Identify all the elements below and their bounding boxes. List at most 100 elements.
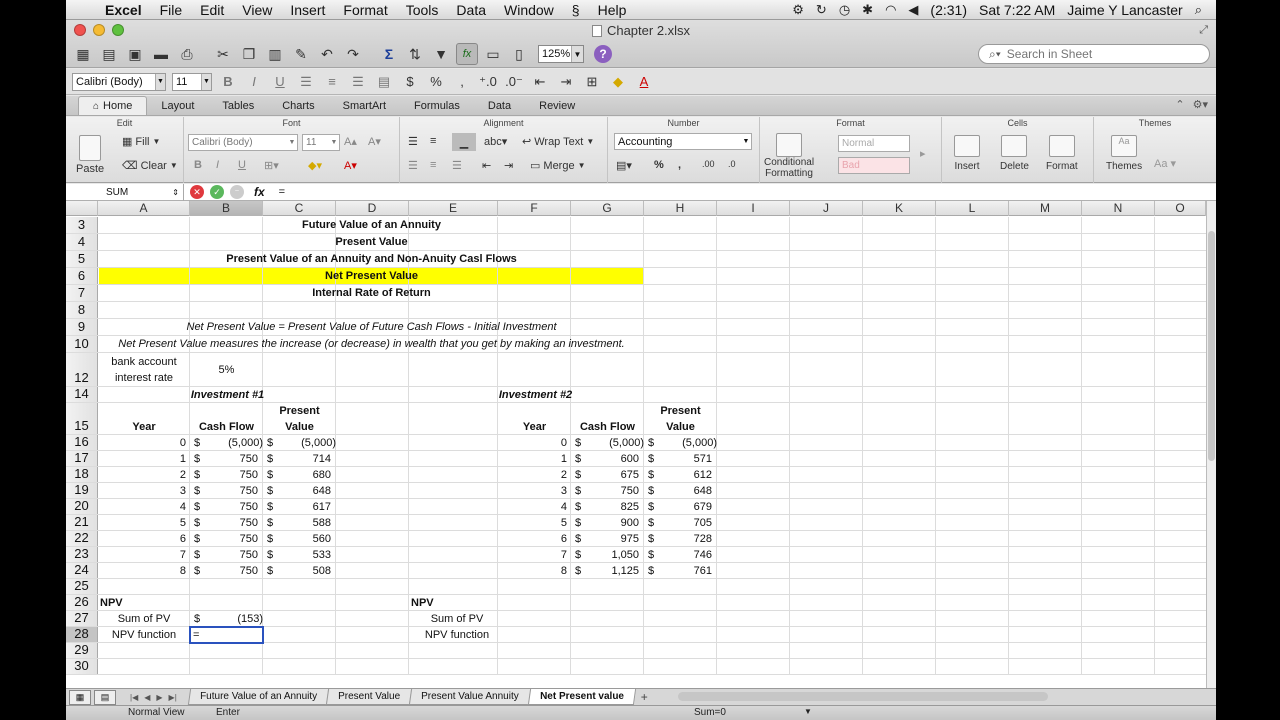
inv2-year[interactable]: 2 [498, 467, 567, 483]
underline-icon[interactable]: U [270, 72, 290, 92]
ribbon-underline-icon[interactable]: U [238, 159, 246, 171]
inv2-year[interactable]: 3 [498, 483, 567, 499]
inv1-cash-flow[interactable]: 750 [190, 483, 258, 499]
italic-icon[interactable]: I [244, 72, 264, 92]
borders-icon[interactable]: ⊞ [582, 72, 602, 92]
header-year[interactable]: Year [498, 419, 571, 435]
themes-button[interactable]: Aa Themes [1106, 135, 1142, 172]
inv1-cash-flow[interactable]: (5,000) [190, 435, 263, 451]
column-header-k[interactable]: K [863, 201, 936, 216]
vertical-scrollbar[interactable] [1206, 201, 1216, 688]
npv-function-label-1[interactable]: NPV function [98, 627, 190, 643]
npv-function-label-2[interactable]: NPV function [411, 627, 503, 643]
column-header-g[interactable]: G [571, 201, 644, 216]
column-header-b[interactable]: B [190, 201, 263, 216]
column-header-n[interactable]: N [1082, 201, 1155, 216]
row-header-12[interactable]: 12 [66, 353, 98, 386]
number-format-select[interactable]: Accounting ▼ [614, 133, 752, 150]
decrease-decimal-icon[interactable]: .0 [728, 159, 736, 169]
fullscreen-icon[interactable]: ⤢ [1199, 24, 1208, 37]
align-right-icon[interactable]: ☰ [452, 159, 462, 172]
npv-description[interactable]: Net Present Value measures the increase … [99, 336, 644, 352]
column-header-i[interactable]: I [717, 201, 790, 216]
align-bottom-icon[interactable]: ▁ [452, 133, 476, 151]
name-box[interactable]: SUM ⇕ [66, 183, 184, 201]
save-icon[interactable]: ▬ [150, 43, 172, 65]
column-header-l[interactable]: L [936, 201, 1009, 216]
menu-file[interactable]: File [151, 2, 192, 18]
align-left-icon[interactable]: ☰ [408, 159, 418, 172]
column-header-f[interactable]: F [498, 201, 571, 216]
npv-label-1[interactable]: NPV [100, 595, 123, 611]
header-year[interactable]: Year [98, 419, 190, 435]
inv2-cash-flow[interactable]: 1,050 [571, 547, 639, 563]
ribbon-bold-icon[interactable]: B [194, 159, 202, 171]
menu-data[interactable]: Data [447, 2, 495, 18]
tab-smartart[interactable]: SmartArt [329, 96, 400, 115]
menu-insert[interactable]: Insert [281, 2, 334, 18]
tab-review[interactable]: Review [525, 96, 589, 115]
status-icon[interactable]: ⚙ [792, 2, 804, 18]
inv2-present-value[interactable]: (5,000) [644, 435, 717, 451]
row-header-18[interactable]: 18 [66, 466, 98, 482]
tab-data[interactable]: Data [474, 96, 525, 115]
bluetooth-icon[interactable]: ✱ [862, 2, 873, 18]
investment-1-title[interactable]: Investment #1 [130, 387, 325, 403]
row-header-7[interactable]: 7 [66, 285, 98, 301]
inv2-present-value[interactable]: 705 [644, 515, 712, 531]
menu-help[interactable]: Help [589, 2, 636, 18]
gallery-icon[interactable]: ▭ [482, 43, 504, 65]
add-sheet-icon[interactable]: + [641, 690, 648, 704]
row-header-21[interactable]: 21 [66, 514, 98, 530]
sheet-tab-present-value[interactable]: Present Value [326, 689, 413, 705]
column-header-h[interactable]: H [644, 201, 717, 216]
npv-definition[interactable]: Net Present Value = Present Value of Fut… [99, 319, 644, 335]
cut-icon[interactable]: ✂ [212, 43, 234, 65]
inv1-present-value[interactable]: 533 [263, 547, 331, 563]
inv2-year[interactable]: 5 [498, 515, 567, 531]
percent-icon[interactable]: % [654, 159, 664, 171]
title-pv-annuity[interactable]: Present Value of an Annuity and Non-Anui… [99, 251, 644, 267]
spotlight-icon[interactable]: ⌕ [1195, 2, 1202, 18]
tab-formulas[interactable]: Formulas [400, 96, 474, 115]
align-top-icon[interactable]: ☰ [408, 135, 418, 148]
menu-app[interactable]: Excel [96, 2, 151, 18]
row-header-19[interactable]: 19 [66, 482, 98, 498]
inv1-present-value[interactable]: 714 [263, 451, 331, 467]
menu-edit[interactable]: Edit [191, 2, 233, 18]
inv1-cash-flow[interactable]: 750 [190, 563, 258, 579]
interest-rate-value[interactable]: 5% [190, 362, 263, 378]
inv2-present-value[interactable]: 746 [644, 547, 712, 563]
row-header-3[interactable]: 3 [66, 217, 98, 233]
header-present[interactable]: Present [263, 403, 336, 419]
decrease-decimal-icon[interactable]: .0⁻ [504, 72, 524, 92]
row-header-27[interactable]: 27 [66, 610, 98, 626]
column-header-d[interactable]: D [336, 201, 409, 216]
inv1-cash-flow[interactable]: 750 [190, 515, 258, 531]
page-layout-view-icon[interactable]: ▤ [94, 689, 116, 705]
conditional-formatting-button[interactable]: Conditional Formatting [764, 133, 814, 179]
last-sheet-icon[interactable]: ▶| [169, 693, 177, 702]
formula-builder-icon[interactable]: fx [456, 43, 478, 65]
menu-clock[interactable]: Sat 7:22 AM [979, 2, 1055, 18]
inv2-cash-flow[interactable]: 975 [571, 531, 639, 547]
styles-more-icon[interactable]: ▸ [920, 147, 926, 160]
sheet-tab-net-present-value[interactable]: Net Present value [527, 689, 636, 705]
ribbon-font-color-icon[interactable]: A▾ [344, 159, 357, 172]
row-header-6[interactable]: 6 [66, 268, 98, 284]
inv2-cash-flow[interactable]: 600 [571, 451, 639, 467]
row-header-29[interactable]: 29 [66, 642, 98, 658]
menu-view[interactable]: View [233, 2, 281, 18]
inv2-cash-flow[interactable]: 1,125 [571, 563, 639, 579]
inv2-year[interactable]: 4 [498, 499, 567, 515]
fill-button[interactable]: ▦ Fill ▼ [122, 135, 160, 149]
fx-icon[interactable]: fx [254, 185, 265, 199]
inv2-present-value[interactable]: 679 [644, 499, 712, 515]
inv1-year[interactable]: 6 [98, 531, 186, 547]
title-present-value[interactable]: Present Value [99, 234, 644, 250]
row-header-22[interactable]: 22 [66, 530, 98, 546]
delete-cells-button[interactable]: Delete [1000, 135, 1029, 172]
grow-font-icon[interactable]: A▴ [344, 135, 357, 148]
inv1-year[interactable]: 5 [98, 515, 186, 531]
row-header-16[interactable]: 16 [66, 434, 98, 450]
